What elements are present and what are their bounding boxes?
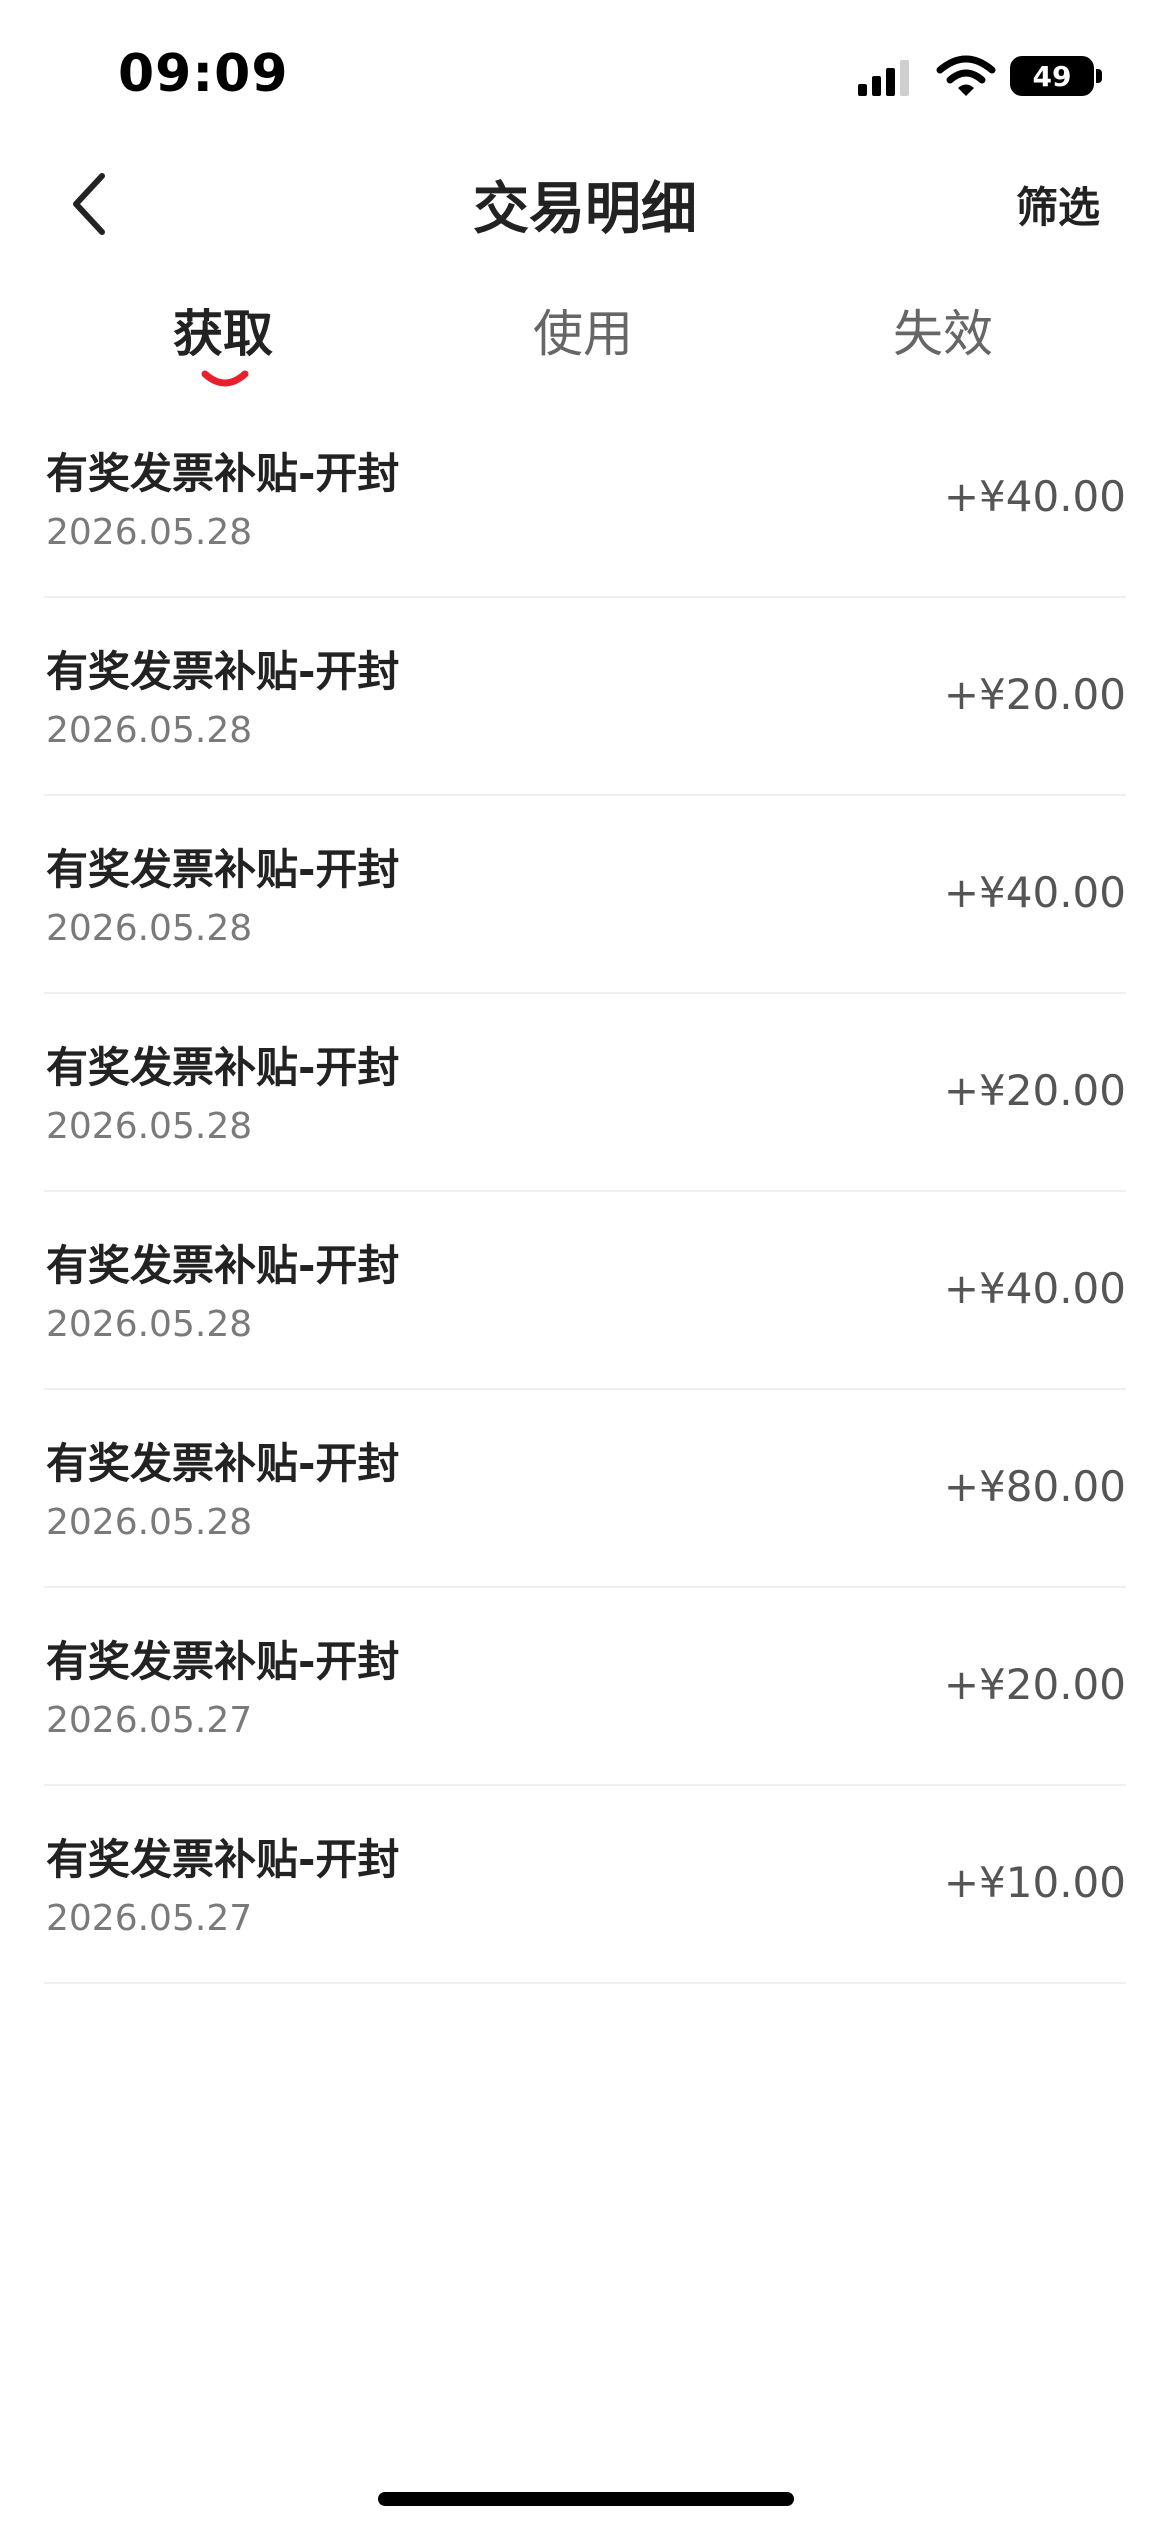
battery-icon: 49 — [1010, 56, 1094, 96]
list-item[interactable]: 有奖发票补贴-开封 2026.05.27 +¥10.00 — [44, 1786, 1126, 1984]
list-item[interactable]: 有奖发票补贴-开封 2026.05.28 +¥20.00 — [44, 598, 1126, 796]
transaction-amount: +¥20.00 — [943, 1066, 1126, 1115]
transaction-title: 有奖发票补贴-开封 — [46, 1241, 400, 1290]
page-title: 交易明细 — [473, 177, 697, 242]
list-item[interactable]: 有奖发票补贴-开封 2026.05.28 +¥40.00 — [44, 400, 1126, 598]
transaction-date: 2026.05.28 — [46, 908, 253, 949]
list-item[interactable]: 有奖发票补贴-开封 2026.05.28 +¥40.00 — [44, 796, 1126, 994]
status-time: 09:09 — [118, 44, 289, 104]
screen: 09:09 49 交易明细 筛选 获取 使用 失效 有奖发票补贴-开封 2026… — [0, 0, 1170, 2532]
transaction-amount: +¥80.00 — [943, 1462, 1126, 1511]
nav-bar: 交易明细 筛选 — [0, 150, 1170, 260]
tab-bar: 获取 使用 失效 — [0, 280, 1170, 400]
cellular-signal-icon — [858, 60, 909, 96]
list-item[interactable]: 有奖发票补贴-开封 2026.05.28 +¥40.00 — [44, 1192, 1126, 1390]
transaction-amount: +¥40.00 — [943, 1264, 1126, 1313]
battery-cap — [1096, 69, 1102, 83]
transaction-title: 有奖发票补贴-开封 — [46, 1043, 400, 1092]
filter-button[interactable]: 筛选 — [1016, 174, 1100, 235]
transaction-title: 有奖发票补贴-开封 — [46, 1835, 400, 1884]
tab-use[interactable]: 使用 — [463, 294, 703, 366]
transaction-title: 有奖发票补贴-开封 — [46, 449, 400, 498]
active-tab-indicator — [201, 370, 249, 387]
battery-level: 49 — [1032, 59, 1072, 93]
transaction-amount: +¥40.00 — [943, 472, 1126, 521]
transaction-date: 2026.05.27 — [46, 1700, 253, 1741]
transaction-amount: +¥40.00 — [943, 868, 1126, 917]
transaction-title: 有奖发票补贴-开封 — [46, 1439, 400, 1488]
transaction-date: 2026.05.28 — [46, 710, 253, 751]
tab-expired[interactable]: 失效 — [823, 294, 1063, 366]
home-indicator[interactable] — [378, 2492, 794, 2506]
status-bar: 09:09 49 — [0, 0, 1170, 150]
list-item[interactable]: 有奖发票补贴-开封 2026.05.28 +¥20.00 — [44, 994, 1126, 1192]
transaction-date: 2026.05.28 — [46, 512, 253, 553]
transaction-title: 有奖发票补贴-开封 — [46, 1637, 400, 1686]
transaction-list: 有奖发票补贴-开封 2026.05.28 +¥40.00 有奖发票补贴-开封 2… — [44, 400, 1126, 1984]
list-item[interactable]: 有奖发票补贴-开封 2026.05.28 +¥80.00 — [44, 1390, 1126, 1588]
wifi-icon — [936, 55, 996, 96]
transaction-title: 有奖发票补贴-开封 — [46, 647, 400, 696]
list-item[interactable]: 有奖发票补贴-开封 2026.05.27 +¥20.00 — [44, 1588, 1126, 1786]
transaction-amount: +¥10.00 — [943, 1858, 1126, 1907]
transaction-date: 2026.05.27 — [46, 1898, 253, 1939]
transaction-amount: +¥20.00 — [943, 1660, 1126, 1709]
transaction-amount: +¥20.00 — [943, 670, 1126, 719]
transaction-date: 2026.05.28 — [46, 1304, 253, 1345]
transaction-date: 2026.05.28 — [46, 1106, 253, 1147]
transaction-title: 有奖发票补贴-开封 — [46, 845, 400, 894]
tab-obtain[interactable]: 获取 — [103, 294, 343, 366]
transaction-date: 2026.05.28 — [46, 1502, 253, 1543]
